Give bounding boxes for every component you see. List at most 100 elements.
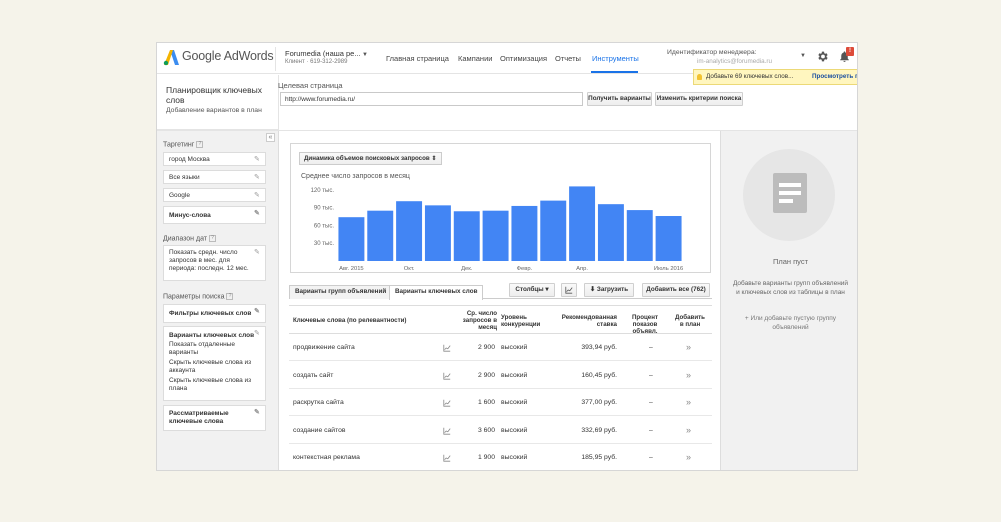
trend-chart-icon[interactable] <box>443 372 451 380</box>
col-impr-share[interactable]: Процент показов объявл. <box>622 314 668 335</box>
modify-search-button[interactable]: Изменить критерии поиска <box>655 92 743 106</box>
left-panel: « Таргетинг? город Москва ✎ Все языки ✎ Go… <box>157 131 279 470</box>
add-to-plan-arrow-icon[interactable]: » <box>686 342 691 352</box>
empty-plan-text: Добавьте варианты групп объявлений и клю… <box>732 280 849 296</box>
suggested-bid-cell: 332,69 руб. <box>581 426 617 434</box>
add-to-plan-arrow-icon[interactable]: » <box>686 370 691 380</box>
targeting-language[interactable]: Все языки ✎ <box>163 170 266 184</box>
pencil-icon[interactable]: ✎ <box>254 210 261 217</box>
chart-type-dropdown[interactable]: Динамика объемов поисковых запросов ⇕ <box>299 152 442 165</box>
pencil-icon[interactable]: ✎ <box>254 192 261 199</box>
table-row[interactable]: создание сайтов 3 600 высокий 332,69 руб. – » <box>289 417 712 444</box>
manager-email[interactable]: im-analytics@forumedia.ru <box>697 58 772 65</box>
trend-chart-icon[interactable] <box>443 454 451 462</box>
add-empty-group-link[interactable]: + Или добавьте пустую группу объявлений <box>731 314 850 332</box>
table-row[interactable]: продвижение сайта 2 900 высокий 393,94 руб.… <box>289 334 712 361</box>
help-icon[interactable]: ? <box>209 235 217 242</box>
col-keyword[interactable]: Ключевые слова (по релевантности) <box>293 317 407 324</box>
chart-bar-4[interactable] <box>453 211 480 261</box>
nav-optimization[interactable]: Оптимизация <box>500 54 547 63</box>
nav-campaigns[interactable]: Кампании <box>458 54 492 63</box>
trend-chart-icon[interactable] <box>443 399 451 407</box>
table-row[interactable]: создать сайт 2 900 высокий 160,45 руб. – » <box>289 362 712 389</box>
download-button[interactable]: ⬇ Загрузить <box>584 283 634 297</box>
adwords-logo-icon <box>163 50 179 66</box>
date-range-text: Показать средн. число запросов в мес. дл… <box>169 249 249 272</box>
nav-tools[interactable]: Инструменты <box>592 54 639 63</box>
account-name[interactable]: Forumedia (наша ре... <box>285 49 361 58</box>
y-tick-label: 30 тыс. <box>314 241 334 247</box>
targeting-network[interactable]: Google ✎ <box>163 188 266 202</box>
avg-searches-cell: 1 900 <box>477 454 495 461</box>
trend-chart-icon[interactable] <box>443 344 451 352</box>
date-range[interactable]: Показать средн. число запросов в мес. дл… <box>163 245 266 281</box>
y-tick-label: 120 тыс. <box>311 188 335 194</box>
col-suggested-bid[interactable]: Рекомендованная ставка <box>559 314 617 328</box>
chart-bar-1[interactable] <box>367 210 394 261</box>
nav-active-underline <box>591 71 638 73</box>
notification-link[interactable]: Просмотреть предл <box>812 70 857 84</box>
manager-caret-icon[interactable]: ▼ <box>800 53 806 59</box>
avg-searches-cell: 2 900 <box>477 344 495 351</box>
chart-bar-10[interactable] <box>626 210 653 261</box>
keyword-options[interactable]: Варианты ключевых слов Показать отдаленн… <box>163 326 266 401</box>
pencil-icon[interactable]: ✎ <box>254 156 261 163</box>
pencil-icon[interactable]: ✎ <box>254 249 261 256</box>
table-row[interactable]: контекстная реклама 1 900 высокий 185,95 ру… <box>289 444 712 470</box>
help-icon[interactable]: ? <box>196 141 204 148</box>
landing-page-input[interactable] <box>280 92 583 106</box>
col-avg-searches[interactable]: Ср. число запросов в месяц <box>455 310 497 331</box>
keyword-option: Скрыть ключевые слова из плана <box>169 377 252 392</box>
add-to-plan-arrow-icon[interactable]: » <box>686 397 691 407</box>
impr-share-cell: – <box>649 371 653 379</box>
keyword-cell: создать сайт <box>293 371 334 379</box>
x-tick-label: Апр. <box>576 266 588 272</box>
divider <box>275 47 276 71</box>
chart-bar-9[interactable] <box>597 204 624 261</box>
trend-chart-icon[interactable] <box>443 427 451 435</box>
chart-bar-3[interactable] <box>424 205 451 261</box>
chart-bar-11[interactable] <box>655 216 682 261</box>
keywords-to-include[interactable]: Рассматриваемые ключевые слова ✎ <box>163 405 266 431</box>
y-tick-label: 90 тыс. <box>314 206 334 212</box>
chart-bar-8[interactable] <box>569 186 596 261</box>
col-competition[interactable]: Уровень конкуренции <box>501 314 549 328</box>
pencil-icon[interactable]: ✎ <box>254 330 261 337</box>
chart-bar-2[interactable] <box>396 201 423 261</box>
add-to-plan-arrow-icon[interactable]: » <box>686 452 691 462</box>
chart-bar-0[interactable] <box>338 217 365 261</box>
chart-bar-7[interactable] <box>540 200 567 261</box>
notification-banner: Добавьте 69 ключевых слов... Просмотреть… <box>693 69 857 85</box>
targeting-network-text: Google <box>169 192 190 199</box>
search-params-header: Параметры поиска? <box>163 293 234 300</box>
nav-reports[interactable]: Отчеты <box>555 54 581 63</box>
columns-button[interactable]: Столбцы ▾ <box>509 283 555 297</box>
negative-keywords[interactable]: Минус-слова ✎ <box>163 206 266 224</box>
competition-cell: высокий <box>501 454 528 461</box>
help-icon[interactable]: ? <box>226 293 234 300</box>
pencil-icon[interactable]: ✎ <box>254 409 261 416</box>
pencil-icon[interactable]: ✎ <box>254 174 261 181</box>
get-ideas-button[interactable]: Получить варианты <box>587 92 652 106</box>
chart-bar-6[interactable] <box>511 205 538 261</box>
nav-home[interactable]: Главная страница <box>386 54 449 63</box>
avg-searches-cell: 2 900 <box>477 371 495 379</box>
add-all-button[interactable]: Добавить все (762) <box>642 283 710 297</box>
table-header: Ключевые слова (по релевантности) Ср. чи… <box>289 305 712 335</box>
download-button-label: Загрузить <box>596 286 629 293</box>
gear-icon[interactable] <box>816 50 829 63</box>
account-caret-icon[interactable]: ▼ <box>362 52 368 58</box>
tab-keyword-ideas[interactable]: Варианты ключевых слов <box>389 285 484 300</box>
add-to-plan-arrow-icon[interactable]: » <box>686 425 691 435</box>
chart-toggle-button[interactable] <box>561 283 577 297</box>
table-row[interactable]: раскрутка сайта 1 600 высокий 377,00 руб. – » <box>289 389 712 416</box>
tab-ad-group-ideas[interactable]: Варианты групп объявлений <box>289 285 393 299</box>
chart-bar-5[interactable] <box>482 210 509 261</box>
landing-page-label: Целевая страница <box>278 81 343 90</box>
collapse-panel-icon[interactable]: « <box>266 133 275 142</box>
pencil-icon[interactable]: ✎ <box>254 308 261 315</box>
notification-badge[interactable]: ! <box>846 47 854 56</box>
targeting-location[interactable]: город Москва ✎ <box>163 152 266 166</box>
keyword-filters[interactable]: Фильтры ключевых слов ✎ <box>163 304 266 323</box>
impr-share-cell: – <box>649 426 653 434</box>
